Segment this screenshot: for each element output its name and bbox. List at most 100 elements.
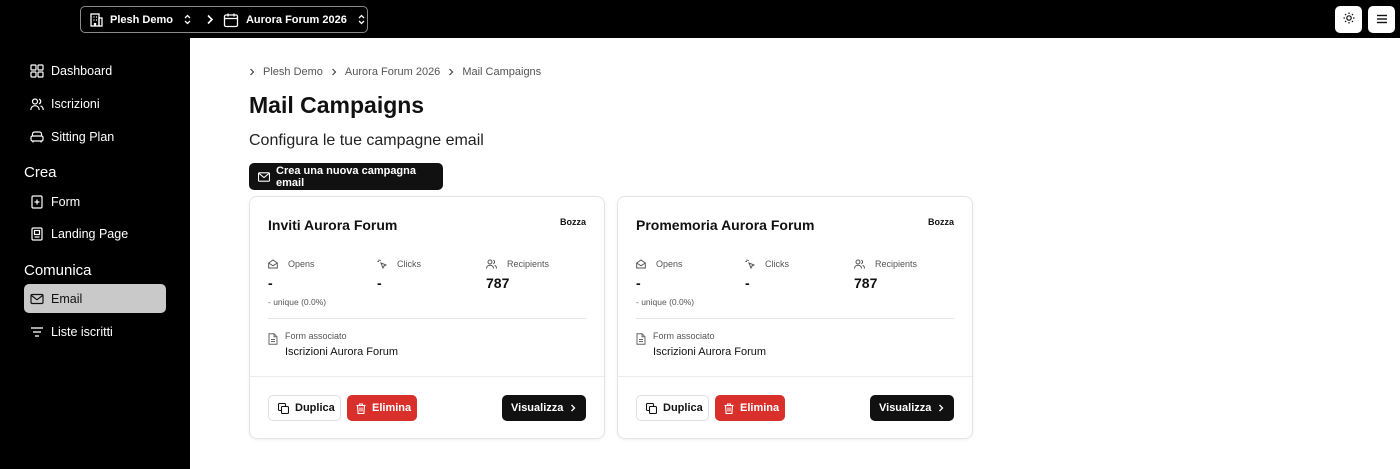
clicks-value: - — [745, 275, 750, 291]
org-name: Plesh Demo — [110, 13, 173, 26]
delete-button[interactable]: Elimina — [715, 395, 785, 421]
sidebar-item-label: Iscrizioni — [51, 96, 100, 111]
context-switcher: Plesh Demo Aurora Forum 2026 — [80, 6, 368, 33]
stat-label: Clicks — [765, 259, 789, 269]
click-icon — [745, 259, 760, 269]
status-badge: Bozza — [559, 217, 586, 227]
sidebar-item-landing-page[interactable]: Landing Page — [24, 219, 166, 248]
recipients-value: 787 — [486, 275, 510, 291]
new-campaign-button[interactable]: Crea una nuova campagna email — [249, 163, 443, 190]
view-label: Visualizza — [879, 402, 932, 414]
file-icon — [268, 332, 278, 358]
copy-icon — [278, 402, 295, 414]
chevron-right-icon — [206, 14, 214, 25]
stat-opens: Opens - - unique (0.0%) — [268, 259, 326, 307]
delete-label: Elimina — [740, 402, 780, 414]
event-switcher[interactable]: Aurora Forum 2026 — [223, 12, 366, 28]
page-subtitle: Configura le tue campagne email — [249, 132, 484, 149]
trash-icon — [724, 402, 740, 414]
chevron-right-icon — [249, 68, 255, 76]
mail-icon — [30, 292, 44, 306]
page-icon — [30, 226, 44, 241]
mail-icon — [258, 171, 276, 182]
sidebar-item-label: Landing Page — [51, 226, 129, 241]
sidebar-item-label: Sitting Plan — [51, 129, 115, 144]
list-filter-icon — [30, 325, 44, 339]
sidebar-item-liste-iscritti[interactable]: Liste iscritti — [24, 317, 166, 346]
file-icon — [636, 332, 646, 358]
divider — [268, 318, 586, 319]
campaign-card: Inviti Aurora Forum Bozza Opens - - uniq… — [249, 196, 605, 439]
building-icon — [88, 12, 104, 28]
stat-recipients: Recipients 787 — [486, 259, 549, 291]
sidebar-item-dashboard[interactable]: Dashboard — [24, 56, 166, 85]
sidebar-item-label: Form — [51, 194, 81, 209]
sidebar: Dashboard Iscrizioni Sitting Plan Crea F… — [0, 38, 190, 469]
chevrons-updown-icon — [357, 14, 366, 25]
duplicate-button[interactable]: Duplica — [268, 395, 341, 421]
click-icon — [377, 259, 392, 269]
menu-icon — [1376, 11, 1388, 29]
form-assoc-value: Iscrizioni Aurora Forum — [285, 346, 399, 358]
view-label: Visualizza — [511, 402, 564, 414]
theme-toggle-button[interactable] — [1335, 6, 1362, 33]
users-icon — [486, 259, 502, 269]
recipients-value: 787 — [854, 275, 878, 291]
campaign-title: Inviti Aurora Forum — [268, 217, 398, 233]
sidebar-item-label: Liste iscritti — [51, 324, 113, 339]
page-title: Mail Campaigns — [249, 92, 425, 118]
duplicate-label: Duplica — [663, 402, 703, 414]
breadcrumb-item[interactable]: Aurora Forum 2026 — [345, 66, 440, 78]
clicks-value: - — [377, 275, 382, 291]
stat-clicks: Clicks - — [745, 259, 789, 291]
grid-icon — [30, 63, 44, 78]
breadcrumb-item[interactable]: Plesh Demo — [263, 66, 323, 78]
sidebar-item-sitting-plan[interactable]: Sitting Plan — [24, 122, 166, 151]
stat-label: Opens — [656, 259, 683, 269]
mail-open-icon — [636, 259, 651, 269]
org-switcher[interactable]: Plesh Demo — [81, 12, 192, 28]
associated-form: Form associato Iscrizioni Aurora Forum — [268, 331, 398, 358]
stat-label: Opens — [288, 259, 315, 269]
new-campaign-label: Crea una nuova campagna email — [276, 164, 416, 189]
mail-open-icon — [268, 259, 283, 269]
users-icon — [30, 97, 44, 111]
opens-value: - — [636, 275, 641, 291]
chevron-right-icon — [448, 68, 454, 76]
sidebar-item-email[interactable]: Email — [24, 284, 166, 313]
chevron-right-icon — [331, 68, 337, 76]
stat-label: Clicks — [397, 259, 421, 269]
campaign-title: Promemoria Aurora Forum — [636, 217, 815, 233]
sidebar-item-label: Dashboard — [51, 63, 113, 78]
associated-form: Form associato Iscrizioni Aurora Forum — [636, 331, 766, 358]
stat-clicks: Clicks - — [377, 259, 421, 291]
stat-opens: Opens - - unique (0.0%) — [636, 259, 694, 307]
menu-button[interactable] — [1368, 6, 1395, 33]
sidebar-section-crea: Crea — [24, 164, 57, 181]
sidebar-item-form[interactable]: Form — [24, 187, 166, 216]
duplicate-button[interactable]: Duplica — [636, 395, 709, 421]
form-assoc-label: Form associato — [653, 331, 715, 341]
breadcrumb-current: Mail Campaigns — [462, 66, 542, 78]
chevron-right-icon — [931, 404, 944, 412]
chevron-right-icon — [563, 404, 576, 412]
view-button[interactable]: Visualizza — [502, 395, 586, 421]
sofa-icon — [30, 130, 44, 144]
form-assoc-label: Form associato — [285, 331, 347, 341]
delete-button[interactable]: Elimina — [347, 395, 417, 421]
users-icon — [854, 259, 870, 269]
calendar-icon — [223, 12, 239, 28]
main-content: Plesh Demo Aurora Forum 2026 Mail Campai… — [190, 38, 1400, 469]
form-assoc-value: Iscrizioni Aurora Forum — [653, 346, 767, 358]
view-button[interactable]: Visualizza — [870, 395, 954, 421]
file-plus-icon — [30, 194, 44, 209]
trash-icon — [356, 402, 372, 414]
sidebar-item-iscrizioni[interactable]: Iscrizioni — [24, 89, 166, 118]
delete-label: Elimina — [372, 402, 412, 414]
stat-label: Recipients — [875, 259, 918, 269]
opens-unique: - unique (0.0%) — [268, 297, 327, 307]
chevrons-updown-icon — [183, 14, 192, 25]
opens-unique: - unique (0.0%) — [636, 297, 695, 307]
stat-recipients: Recipients 787 — [854, 259, 917, 291]
divider — [250, 376, 604, 377]
